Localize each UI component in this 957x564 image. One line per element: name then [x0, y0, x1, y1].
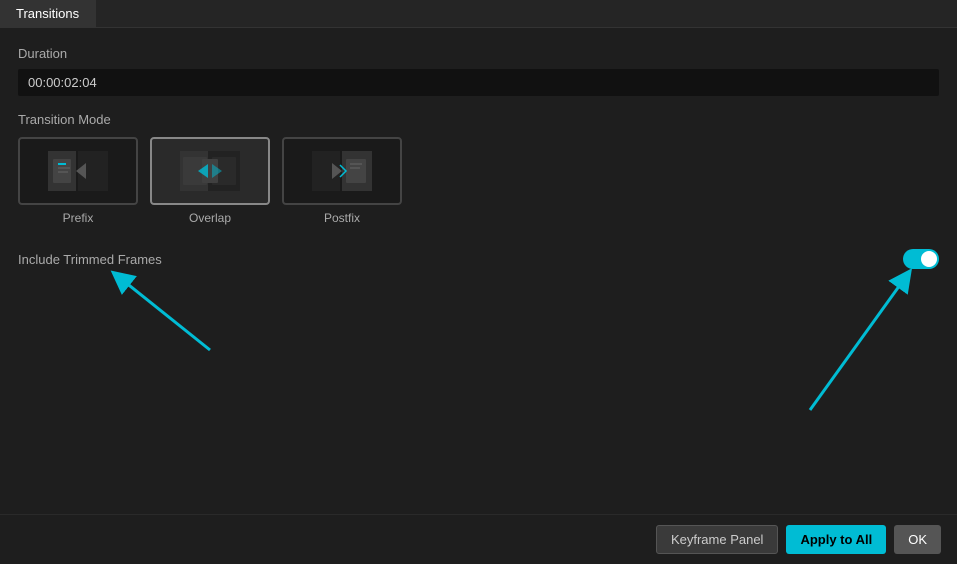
keyframe-panel-button[interactable]: Keyframe Panel [656, 525, 779, 554]
mode-icon-overlap [150, 137, 270, 205]
mode-icon-postfix [282, 137, 402, 205]
mode-name-postfix: Postfix [324, 211, 360, 225]
bottom-bar: Keyframe Panel Apply to All OK [0, 514, 957, 564]
main-content: Duration Transition Mode Prefix [0, 28, 957, 291]
mode-item-prefix[interactable]: Prefix [18, 137, 138, 225]
tab-transitions[interactable]: Transitions [0, 0, 96, 27]
mode-name-overlap: Overlap [189, 211, 231, 225]
ok-button[interactable]: OK [894, 525, 941, 554]
transition-mode-label: Transition Mode [18, 112, 939, 127]
include-trimmed-toggle[interactable] [903, 249, 939, 269]
duration-label: Duration [18, 46, 939, 61]
mode-item-overlap[interactable]: Overlap [150, 137, 270, 225]
include-trimmed-frames-row: Include Trimmed Frames [18, 245, 939, 273]
toggle-knob [921, 251, 937, 267]
tab-bar: Transitions [0, 0, 957, 28]
mode-item-postfix[interactable]: Postfix [282, 137, 402, 225]
mode-icon-prefix [18, 137, 138, 205]
mode-name-prefix: Prefix [63, 211, 94, 225]
apply-to-all-button[interactable]: Apply to All [786, 525, 886, 554]
include-trimmed-label: Include Trimmed Frames [18, 252, 162, 267]
duration-input[interactable] [18, 69, 939, 96]
mode-options: Prefix Overlap [18, 137, 939, 225]
